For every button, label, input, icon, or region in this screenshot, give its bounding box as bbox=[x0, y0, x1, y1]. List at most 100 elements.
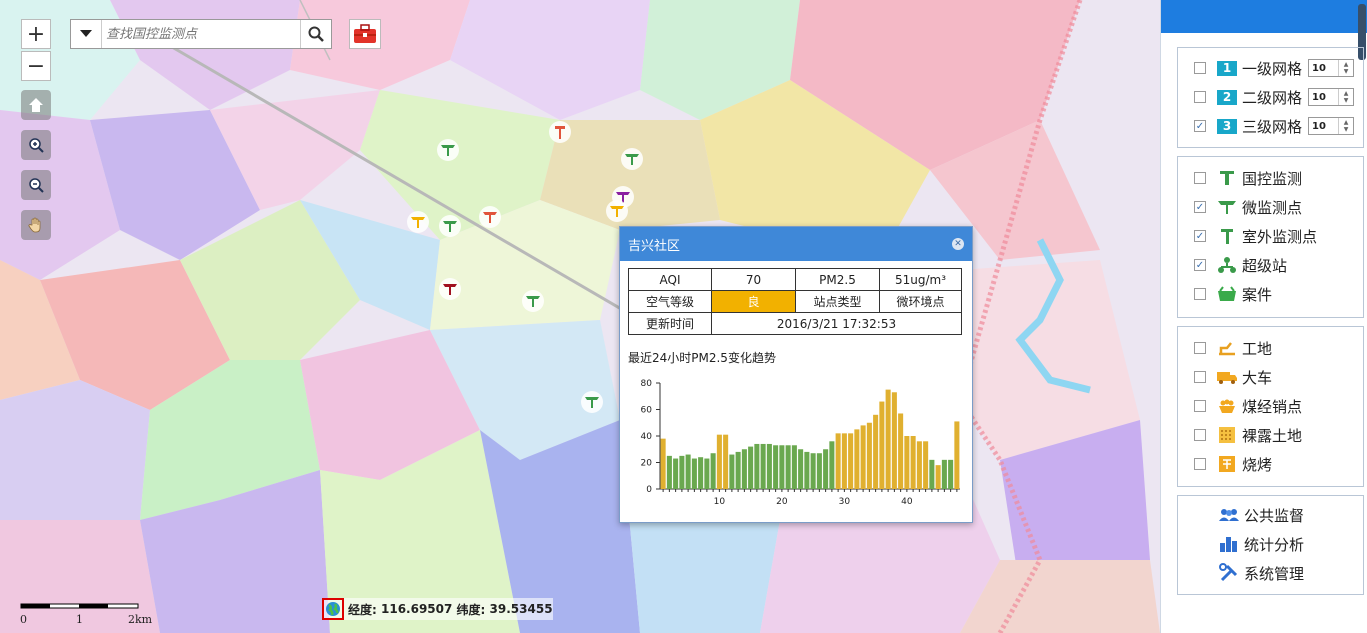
search-input[interactable] bbox=[102, 21, 300, 47]
station-icon bbox=[625, 154, 639, 165]
search-button[interactable] bbox=[300, 20, 331, 48]
pm25-bar bbox=[910, 436, 916, 489]
grid-level-2-icon: 2 bbox=[1216, 88, 1238, 106]
grid-2-checkbox[interactable] bbox=[1194, 91, 1206, 103]
pm25-bar bbox=[860, 425, 866, 489]
zoom-box-in-button[interactable] bbox=[21, 130, 51, 160]
source-row-bbq[interactable]: 烧烤 bbox=[1178, 453, 1363, 475]
construction-icon bbox=[1216, 339, 1238, 357]
pm25-bar bbox=[885, 389, 891, 489]
bare-land-label: 裸露土地 bbox=[1242, 426, 1303, 445]
grid-3-stepper[interactable]: 10 ▲ ▼ bbox=[1308, 117, 1355, 135]
x-tick-label: 40 bbox=[901, 497, 913, 507]
pm25-bar bbox=[691, 458, 697, 489]
x-tick-label: 20 bbox=[776, 497, 788, 507]
micro-station-marker[interactable] bbox=[437, 139, 459, 161]
truck-checkbox[interactable] bbox=[1194, 371, 1206, 383]
micro-station-icon bbox=[1216, 198, 1238, 216]
bbq-checkbox[interactable] bbox=[1194, 458, 1206, 470]
grid-level-1-icon: 1 bbox=[1216, 59, 1238, 77]
public-supervision-link[interactable]: 公共监督 bbox=[1218, 504, 1304, 526]
case-label: 案件 bbox=[1242, 285, 1273, 304]
station-icon bbox=[585, 397, 599, 408]
pm25-label: PM2.5 bbox=[795, 268, 880, 291]
pm25-bar bbox=[804, 451, 810, 489]
micro-station-marker[interactable] bbox=[522, 290, 544, 312]
scale-label-0: 0 bbox=[20, 613, 27, 626]
micro-station-marker[interactable] bbox=[479, 206, 501, 228]
search-icon bbox=[308, 26, 324, 42]
zoom-box-out-button[interactable] bbox=[21, 170, 51, 200]
grid-3-checkbox[interactable]: ✓ bbox=[1194, 120, 1206, 132]
grid-row-3[interactable]: ✓ 3 三级网格 10 ▲ ▼ bbox=[1178, 115, 1363, 137]
source-row-coal[interactable]: 煤经销点 bbox=[1178, 395, 1363, 417]
source-layer-group: 工地 大车 煤经销点 裸露土地 烧烤 bbox=[1177, 326, 1364, 487]
coordinate-readout: 经度: 116.69507 纬度: 39.53455 bbox=[322, 598, 553, 620]
site-checkbox[interactable] bbox=[1194, 342, 1206, 354]
station-row-case[interactable]: 案件 bbox=[1178, 283, 1363, 305]
source-row-truck[interactable]: 大车 bbox=[1178, 366, 1363, 388]
micro-station-marker[interactable] bbox=[581, 391, 603, 413]
bare-land-checkbox[interactable] bbox=[1194, 429, 1206, 441]
grid-1-stepper[interactable]: 10 ▲ ▼ bbox=[1308, 59, 1355, 77]
pm25-bar bbox=[879, 401, 885, 489]
station-type-value: 微环境点 bbox=[879, 290, 962, 313]
coal-checkbox[interactable] bbox=[1194, 400, 1206, 412]
outdoor-station-icon bbox=[1216, 227, 1238, 245]
x-tick-label: 10 bbox=[714, 497, 726, 507]
station-icon bbox=[610, 206, 624, 217]
source-row-bare-land[interactable]: 裸露土地 bbox=[1178, 424, 1363, 446]
station-row-outdoor[interactable]: ✓ 室外监测点 bbox=[1178, 225, 1363, 247]
station-row-micro[interactable]: ✓ 微监测点 bbox=[1178, 196, 1363, 218]
micro-station-marker[interactable] bbox=[439, 278, 461, 300]
national-checkbox[interactable] bbox=[1194, 172, 1206, 184]
pm25-bar bbox=[673, 458, 679, 489]
grid-row-1[interactable]: 1 一级网格 10 ▲ ▼ bbox=[1178, 57, 1363, 79]
pm25-bar bbox=[660, 438, 666, 489]
micro-station-marker[interactable] bbox=[407, 211, 429, 233]
map-view[interactable]: + − 0 1 2km bbox=[0, 0, 1160, 633]
scale-bar: 0 1 2km bbox=[20, 600, 160, 626]
globe-icon bbox=[322, 598, 344, 620]
statistics-link[interactable]: 统计分析 bbox=[1218, 533, 1304, 555]
hand-icon bbox=[28, 217, 41, 233]
home-button[interactable] bbox=[21, 90, 51, 120]
micro-station-marker[interactable] bbox=[606, 200, 628, 222]
pm25-bar bbox=[810, 453, 816, 489]
system-admin-link[interactable]: 系统管理 bbox=[1218, 562, 1304, 584]
station-row-super[interactable]: ✓ 超级站 bbox=[1178, 254, 1363, 276]
grid-2-stepper[interactable]: 10 ▲ ▼ bbox=[1308, 88, 1355, 106]
pm25-bar bbox=[729, 454, 735, 489]
home-icon bbox=[29, 98, 43, 112]
pm25-bar bbox=[854, 429, 860, 489]
caret-down-icon bbox=[80, 30, 92, 37]
pm25-bar bbox=[766, 443, 772, 489]
grid-1-checkbox[interactable] bbox=[1194, 62, 1206, 74]
grid-layer-group: 1 一级网格 10 ▲ ▼ 2 二级网格 10 ▲ ▼ ✓ 3 三级网格 10 ▲ ▼ bbox=[1177, 47, 1364, 148]
outdoor-checkbox[interactable]: ✓ bbox=[1194, 230, 1206, 242]
station-row-national[interactable]: 国控监测 bbox=[1178, 167, 1363, 189]
zoom-in-button[interactable]: + bbox=[21, 19, 51, 49]
pm25-bar bbox=[866, 422, 872, 489]
case-checkbox[interactable] bbox=[1194, 288, 1206, 300]
micro-station-marker[interactable] bbox=[439, 215, 461, 237]
micro-station-marker[interactable] bbox=[621, 148, 643, 170]
pm25-bar bbox=[773, 445, 779, 489]
pm25-bar bbox=[904, 436, 910, 489]
toolbox-button[interactable] bbox=[349, 19, 381, 49]
super-checkbox[interactable]: ✓ bbox=[1194, 259, 1206, 271]
lon-value: 116.69507 bbox=[381, 602, 453, 616]
station-icon bbox=[443, 221, 457, 232]
micro-checkbox[interactable]: ✓ bbox=[1194, 201, 1206, 213]
pm25-bar bbox=[923, 441, 929, 489]
source-row-site[interactable]: 工地 bbox=[1178, 337, 1363, 359]
pan-button[interactable] bbox=[21, 210, 51, 240]
pm25-bar bbox=[841, 433, 847, 489]
search-dropdown-button[interactable] bbox=[71, 20, 102, 48]
pm25-bar bbox=[848, 433, 854, 489]
zoom-out-button[interactable]: − bbox=[21, 51, 51, 81]
layer-panel: 1 一级网格 10 ▲ ▼ 2 二级网格 10 ▲ ▼ ✓ 3 三级网格 10 ▲ ▼ 国控… bbox=[1160, 0, 1367, 633]
outdoor-station-marker[interactable] bbox=[549, 121, 571, 143]
grid-row-2[interactable]: 2 二级网格 10 ▲ ▼ bbox=[1178, 86, 1363, 108]
close-icon[interactable]: ✕ bbox=[952, 238, 964, 250]
